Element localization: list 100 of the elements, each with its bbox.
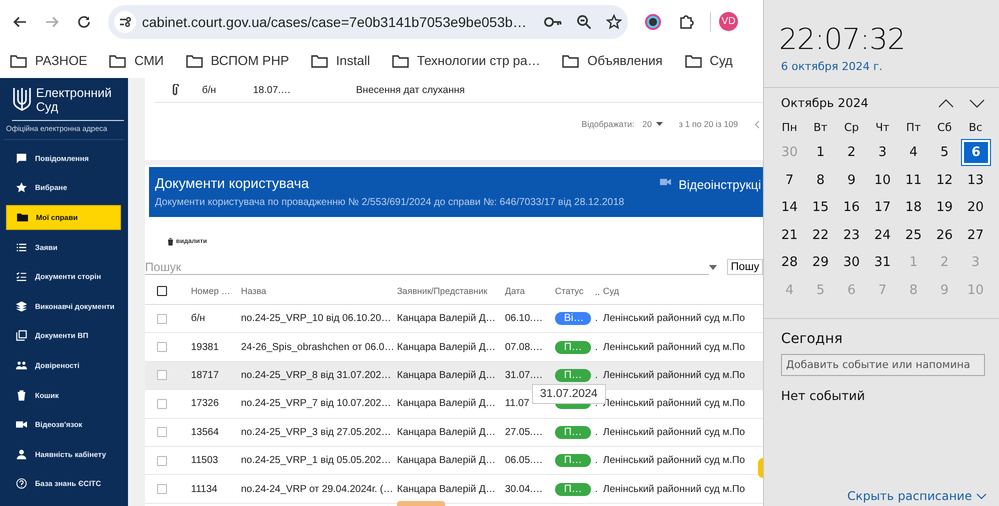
calendar-day[interactable]: 4 [898,139,929,166]
calendar-day[interactable]: 29 [805,249,836,276]
bookmark[interactable]: РАЗНОЕ [10,53,88,68]
column-header[interactable]: Номер … [189,286,239,296]
extensions-icon[interactable] [678,14,694,30]
bookmark[interactable]: СМИ [109,53,164,68]
caret-icon[interactable] [708,264,717,270]
calendar-day[interactable]: 13 [960,166,991,194]
bookmark[interactable]: Технологии стр ра… [392,53,540,68]
calendar-day[interactable]: 10 [867,166,898,194]
calendar-day[interactable]: 20 [960,194,991,222]
column-header[interactable]: Назва [239,286,395,296]
site-settings-icon[interactable] [114,10,136,32]
table-cell-text: no.24-25_VRP_7 від 10.07.202… [240,398,392,410]
bookmark[interactable]: Install [311,53,370,68]
table-cell-text: 06.10.… [504,313,544,324]
calendar-day[interactable]: 15 [805,194,836,222]
select-all-checkbox[interactable] [157,286,167,296]
hide-schedule-link[interactable]: Скрыть расписание [847,489,987,503]
calendar-day[interactable]: 23 [836,222,867,249]
column-header[interactable]: Дата [503,286,553,296]
calendar-day[interactable]: 27 [960,222,991,249]
trash-icon [167,237,174,246]
zoom-icon[interactable] [576,14,592,30]
event-input-field[interactable]: Добавить событие или напомина [781,354,985,376]
search-type-dropdown[interactable]: Пошу [726,259,763,275]
folder-icon [186,54,203,68]
search-field[interactable]: Пошук [145,259,709,275]
calendar-day[interactable]: 17 [867,194,898,222]
calendar-day[interactable]: 28 [774,249,805,276]
calendar-day[interactable]: 6 [962,140,990,165]
column-header[interactable]: Суд [601,286,763,296]
page-size-select[interactable]: 20 [642,119,663,129]
table-cell-text: 18.07.… [253,84,292,96]
row-checkbox[interactable] [157,484,167,494]
status-badge: Ві… [555,312,591,326]
row-checkbox[interactable] [157,456,167,466]
month-title[interactable]: Октябрь 2024 [781,96,868,110]
chevron-down-icon[interactable] [969,98,985,108]
table-cell-text: Ленінський районний суд м.По [602,313,746,324]
column-header[interactable]: Заявник/Представник [395,286,503,296]
calendar-day[interactable]: 25 [898,222,929,249]
calendar-day[interactable]: 19 [929,194,960,222]
calendar-day[interactable]: 21 [774,222,805,249]
table-cell-text: Ленінський районний суд м.По [602,342,746,353]
table-cell-text: 30.04.… [504,484,544,495]
chevron-up-icon[interactable] [938,98,954,108]
calendar-day[interactable]: 8 [805,166,836,194]
calendar-day[interactable]: 7 [774,166,805,194]
table-cell-text: no.24-24_VRP от 29.04.2024г. (… [240,484,394,495]
clock-date[interactable]: 6 октября 2024 г. [764,60,999,73]
table-cell-text: no.24-25_VRP_8 від 31.07.202… [240,370,392,381]
row-checkbox[interactable] [157,314,167,324]
weekday-label: Чт [874,120,890,136]
table-cell-text: 17326 [190,398,220,410]
table-cell-text: б/н [202,84,218,96]
row-checkbox[interactable] [157,370,167,380]
calendar-day[interactable]: 18 [898,194,929,222]
address-bar[interactable]: cabinet.court.gov.ua/cases/case=7e0b3141b7053e9be053b… [108,4,628,38]
table-cell-text: 31.07.… [504,370,544,381]
calendar-day[interactable]: 16 [836,194,867,222]
bookmark[interactable]: ВСПОМ PHP [186,53,290,68]
star-icon [16,182,27,194]
profile-avatar[interactable]: VD [719,12,738,31]
calendar-day[interactable]: 2 [836,139,867,166]
clock-time: 22:07:32 [778,22,906,56]
bookmark[interactable]: Суд [684,53,733,68]
table-cell-text: 24-26_Spis_obrashchen от 06.0… [240,342,395,353]
column-header[interactable]: Статус [553,286,593,296]
folder-icon [17,212,28,223]
calendar-day[interactable]: 24 [867,222,898,249]
calendar-day[interactable]: 9 [836,166,867,194]
row-checkbox[interactable] [157,342,167,352]
folder-icon [392,54,410,68]
calendar-day[interactable]: 26 [929,222,960,249]
star-icon[interactable] [606,14,622,30]
calendar-day[interactable]: 1 [805,139,836,166]
video-instructions-link[interactable]: Відеоінструкці [678,178,761,192]
chat-icon [16,152,27,164]
calendar-day[interactable]: 11 [898,166,929,194]
weekday-label: Пн [780,120,798,136]
row-checkbox[interactable] [157,427,167,438]
video-camera-icon[interactable] [660,178,671,186]
calendar-day[interactable]: 3 [867,139,898,166]
extension-ring-icon[interactable] [644,12,662,30]
key-icon[interactable] [544,14,562,28]
calendar-day[interactable]: 14 [774,194,805,222]
calendar-day[interactable]: 31 [867,249,898,276]
row-checkbox[interactable] [157,398,167,409]
url-text: cabinet.court.gov.ua/cases/case=7e0b3141b7053e9be053b… [142,12,528,30]
calendar-day[interactable]: 12 [929,166,960,194]
calendar-day[interactable]: 22 [805,222,836,249]
table-cell-text: Ленінський районний суд м.По [602,484,746,495]
reload-icon[interactable] [76,14,92,30]
calendar-day[interactable]: 30 [836,249,867,276]
calendar-day[interactable]: 5 [929,139,960,166]
status-badge: П… [555,340,591,354]
table-cell-text: 07.08.… [504,342,544,353]
column-header[interactable]: ‥ [593,284,601,298]
bookmark[interactable]: Объявления [562,53,663,68]
